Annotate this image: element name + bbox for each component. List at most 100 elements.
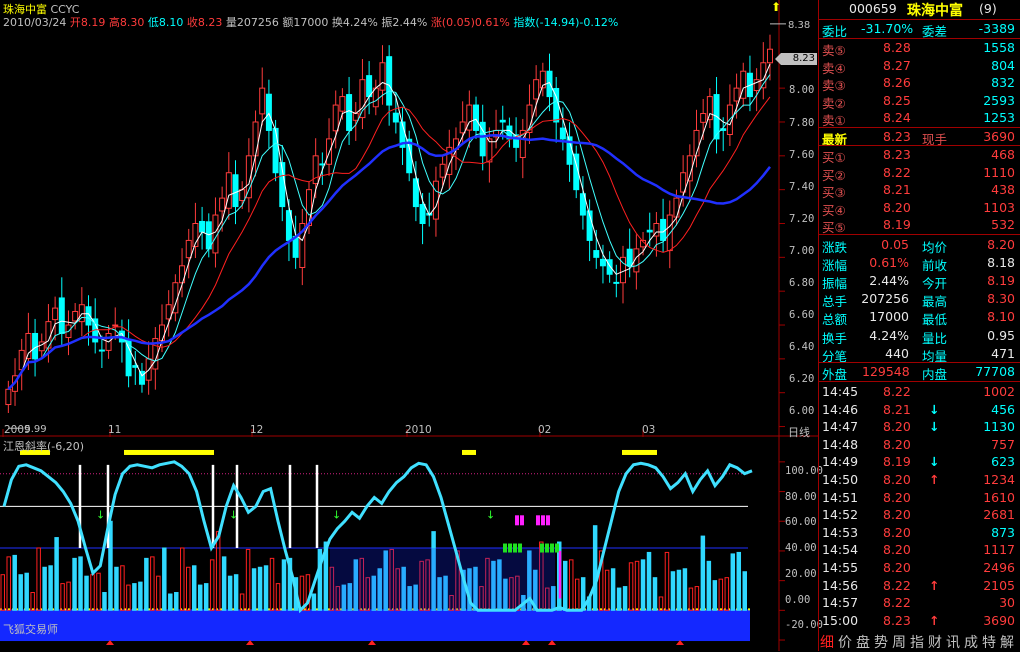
histogram-bar	[221, 556, 227, 611]
histogram-bar	[215, 531, 221, 611]
histogram-bar	[281, 559, 287, 611]
histogram-bar	[114, 566, 119, 611]
histogram-bar	[162, 547, 167, 611]
histogram-bar	[186, 566, 191, 611]
period-label[interactable]: 日线	[788, 424, 810, 440]
stat-value: 0.95	[987, 327, 1015, 343]
bottom-tab[interactable]: 特	[982, 632, 1000, 652]
histogram-bar	[275, 583, 281, 611]
histogram-bar	[72, 557, 77, 611]
tick-row: 14:54 8.20 1117	[819, 541, 1020, 558]
magenta-block	[536, 515, 540, 526]
bid-price: 8.20	[883, 199, 911, 215]
candle	[185, 239, 192, 259]
candle	[459, 121, 466, 134]
histogram-bar	[640, 559, 646, 611]
bottom-tab[interactable]: 解	[1000, 632, 1018, 652]
ma-line	[7, 96, 771, 390]
tick-row: 14:52 8.20 2681	[819, 506, 1020, 523]
price-chart[interactable]: 8.385.99	[0, 0, 818, 437]
ask-price: 8.25	[883, 92, 911, 108]
histogram-bar	[299, 575, 305, 611]
down-arrow-icon: ↓	[229, 508, 238, 521]
kline-chart-area[interactable]: 8.38 5.99 ↓ ↓ ↓ ↓ 珠海中富 CCYC 2010/03/24 开8.19…	[0, 0, 823, 651]
amount-value: 额17000	[282, 16, 329, 29]
bid-row: 买③ 8.21 438	[819, 181, 1020, 200]
bottom-tab[interactable]: 成	[964, 632, 982, 652]
candle	[359, 79, 366, 119]
bid-price: 8.19	[883, 217, 911, 233]
bottom-tab[interactable]: 价	[838, 632, 856, 652]
tick-time: 14:54	[822, 542, 859, 558]
top-signal-bar	[622, 449, 657, 455]
candle	[52, 307, 59, 321]
histogram-bar	[694, 586, 700, 611]
histogram-bar	[269, 557, 275, 611]
histogram-bar	[30, 592, 35, 611]
bid-price: 8.23	[883, 147, 911, 162]
histogram-bar	[616, 587, 622, 611]
ohlc-stats-line: 2010/03/24 开8.19 高8.30 低8.10 收8.23 量2072…	[3, 14, 618, 30]
candle	[159, 324, 166, 342]
candle	[138, 370, 145, 385]
top-signal-bar	[462, 449, 476, 455]
bottom-tab-bar[interactable]: 细价盘势周指财讯成特解	[820, 632, 1020, 651]
green-block	[555, 543, 559, 553]
histogram-bar	[209, 559, 215, 611]
quote-stock-name: 珠海中富	[907, 3, 963, 19]
quote-panel: 000659 珠海中富 (9) 委比 -31.70% 委差 -3389 卖⑤ 8.…	[818, 0, 1020, 651]
tick-volume: 1610	[983, 489, 1015, 505]
stat-value: 8.30	[987, 291, 1015, 307]
histogram-bar	[592, 525, 598, 611]
indicator-chart[interactable]: ↓ ↓ ↓ ↓	[0, 437, 818, 651]
stat-value: 471	[991, 345, 1015, 361]
candle	[766, 48, 773, 64]
x-tick-label: 2010	[405, 424, 432, 436]
turnover-value: 换4.24%	[331, 16, 378, 29]
candle	[5, 388, 12, 406]
bottom-tab[interactable]: 指	[910, 632, 928, 652]
indicator-y-tick: 60.00	[785, 516, 817, 528]
tick-time: 14:47	[822, 419, 859, 435]
histogram-bar	[102, 592, 107, 611]
histogram-bar	[568, 559, 574, 611]
ma-line	[7, 133, 771, 391]
histogram-bar	[96, 572, 101, 611]
tick-row: 15:00 8.23 ↑ 3690	[819, 612, 1020, 629]
tick-price: 8.20	[883, 419, 911, 435]
y-tick-label: 7.60	[789, 149, 815, 161]
green-block	[518, 543, 522, 553]
bottom-tab[interactable]: 周	[892, 632, 910, 652]
candle	[546, 70, 553, 98]
histogram-bar	[311, 593, 317, 611]
histogram-bar	[90, 574, 95, 611]
up-arrow-icon[interactable]: ⬆	[771, 0, 781, 14]
close-value: 收8.23	[186, 16, 223, 29]
down-arrow-icon: ↓	[96, 508, 105, 521]
bottom-tab[interactable]: 讯	[946, 632, 964, 652]
y-tick-label: 8.00	[789, 84, 815, 96]
bottom-tab[interactable]: 细	[820, 632, 838, 652]
x-tick-label: 2009	[4, 424, 31, 436]
histogram-bar	[6, 556, 11, 611]
histogram-bar	[700, 535, 706, 611]
tick-row: 14:46 8.21 ↓ 456	[819, 401, 1020, 418]
tick-time: 14:56	[822, 577, 859, 593]
tick-volume: 30	[999, 595, 1015, 611]
candle	[58, 297, 65, 334]
tick-time: 14:48	[822, 436, 859, 452]
histogram-bar	[688, 587, 694, 611]
candle	[219, 197, 226, 212]
indicator-y-tick: 0.00	[785, 594, 811, 606]
candle	[265, 93, 272, 131]
indicator-title[interactable]: 江恩斜率(-6,20)	[3, 438, 84, 454]
x-tick-label: 11	[108, 424, 122, 436]
histogram-bar	[682, 568, 688, 611]
bottom-tab[interactable]: 势	[874, 632, 892, 652]
ask-row: 卖⑤ 8.28 1558	[819, 39, 1020, 58]
histogram-bar	[78, 556, 83, 611]
ask-row: 卖③ 8.26 832	[819, 74, 1020, 93]
bottom-tab[interactable]: 财	[928, 632, 946, 652]
y-tick-label: 6.20	[789, 373, 815, 385]
bottom-tab[interactable]: 盘	[856, 632, 874, 652]
